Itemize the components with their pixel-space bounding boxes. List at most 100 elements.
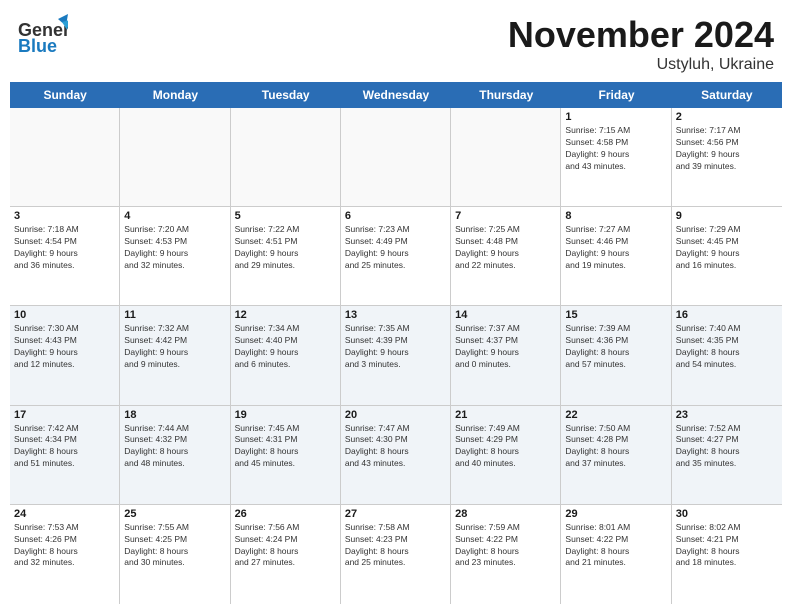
weekday-header: Friday	[561, 82, 671, 108]
day-number: 8	[565, 210, 666, 222]
day-info: Sunrise: 7:22 AM Sunset: 4:51 PM Dayligh…	[235, 224, 336, 272]
day-info: Sunrise: 7:17 AM Sunset: 4:56 PM Dayligh…	[676, 125, 778, 173]
calendar-cell: 2 Sunrise: 7:17 AM Sunset: 4:56 PM Daylig…	[672, 108, 782, 206]
day-info: Sunrise: 7:23 AM Sunset: 4:49 PM Dayligh…	[345, 224, 446, 272]
weekday-header: Thursday	[451, 82, 561, 108]
calendar-cell: 17 Sunrise: 7:42 AM Sunset: 4:34 PM Dayli…	[10, 406, 120, 504]
calendar-cell: 29Sunrise: 8:01 AM Sunset: 4:22 PM Dayli…	[561, 505, 671, 604]
calendar-cell: 19 Sunrise: 7:45 AM Sunset: 4:31 PM Dayli…	[231, 406, 341, 504]
calendar-cell: 28Sunrise: 7:59 AM Sunset: 4:22 PM Dayli…	[451, 505, 561, 604]
calendar-cell: 10 Sunrise: 7:30 AM Sunset: 4:43 PM Dayli…	[10, 306, 120, 404]
calendar-cell: 12Sunrise: 7:34 AM Sunset: 4:40 PM Dayli…	[231, 306, 341, 404]
day-info: Sunrise: 7:20 AM Sunset: 4:53 PM Dayligh…	[124, 224, 225, 272]
logo: General Blue	[18, 14, 68, 64]
calendar-cell: 22Sunrise: 7:50 AM Sunset: 4:28 PM Dayli…	[561, 406, 671, 504]
day-number: 27	[345, 508, 446, 520]
day-number: 30	[676, 508, 778, 520]
day-number: 7	[455, 210, 556, 222]
day-number: 29	[565, 508, 666, 520]
day-number: 23	[676, 409, 778, 421]
day-info: Sunrise: 7:47 AM Sunset: 4:30 PM Dayligh…	[345, 423, 446, 471]
day-info: Sunrise: 7:49 AM Sunset: 4:29 PM Dayligh…	[455, 423, 556, 471]
day-number: 10	[14, 309, 115, 321]
day-number: 26	[235, 508, 336, 520]
calendar-cell: 24 Sunrise: 7:53 AM Sunset: 4:26 PM Dayli…	[10, 505, 120, 604]
day-info: Sunrise: 7:29 AM Sunset: 4:45 PM Dayligh…	[676, 224, 778, 272]
day-info: Sunrise: 7:44 AM Sunset: 4:32 PM Dayligh…	[124, 423, 225, 471]
calendar-week: 24 Sunrise: 7:53 AM Sunset: 4:26 PM Dayli…	[10, 505, 782, 604]
calendar-cell: 8 Sunrise: 7:27 AM Sunset: 4:46 PM Daylig…	[561, 207, 671, 305]
day-info: Sunrise: 7:32 AM Sunset: 4:42 PM Dayligh…	[124, 323, 225, 371]
day-info: Sunrise: 7:37 AM Sunset: 4:37 PM Dayligh…	[455, 323, 556, 371]
calendar-week: 3 Sunrise: 7:18 AM Sunset: 4:54 PM Daylig…	[10, 207, 782, 306]
calendar-cell: 21 Sunrise: 7:49 AM Sunset: 4:29 PM Dayli…	[451, 406, 561, 504]
calendar-week: 1 Sunrise: 7:15 AM Sunset: 4:58 PM Daylig…	[10, 108, 782, 207]
calendar-cell: 13Sunrise: 7:35 AM Sunset: 4:39 PM Dayli…	[341, 306, 451, 404]
day-info: Sunrise: 7:45 AM Sunset: 4:31 PM Dayligh…	[235, 423, 336, 471]
day-info: Sunrise: 7:30 AM Sunset: 4:43 PM Dayligh…	[14, 323, 115, 371]
calendar-header: SundayMondayTuesdayWednesdayThursdayFrid…	[10, 82, 782, 108]
day-info: Sunrise: 7:25 AM Sunset: 4:48 PM Dayligh…	[455, 224, 556, 272]
weekday-header: Wednesday	[341, 82, 451, 108]
day-info: Sunrise: 7:59 AM Sunset: 4:22 PM Dayligh…	[455, 522, 556, 570]
day-info: Sunrise: 7:39 AM Sunset: 4:36 PM Dayligh…	[565, 323, 666, 371]
day-number: 11	[124, 309, 225, 321]
day-number: 15	[565, 309, 666, 321]
day-info: Sunrise: 8:02 AM Sunset: 4:21 PM Dayligh…	[676, 522, 778, 570]
day-number: 21	[455, 409, 556, 421]
calendar-cell	[231, 108, 341, 206]
logo-svg: General Blue	[18, 14, 68, 64]
day-number: 3	[14, 210, 115, 222]
calendar-cell: 9Sunrise: 7:29 AM Sunset: 4:45 PM Daylig…	[672, 207, 782, 305]
calendar-cell: 6Sunrise: 7:23 AM Sunset: 4:49 PM Daylig…	[341, 207, 451, 305]
day-number: 4	[124, 210, 225, 222]
day-info: Sunrise: 7:58 AM Sunset: 4:23 PM Dayligh…	[345, 522, 446, 570]
day-number: 20	[345, 409, 446, 421]
weekday-header: Monday	[120, 82, 230, 108]
svg-text:Blue: Blue	[18, 36, 57, 56]
month-title: November 2024	[508, 14, 774, 56]
calendar: SundayMondayTuesdayWednesdayThursdayFrid…	[0, 82, 792, 612]
day-info: Sunrise: 7:56 AM Sunset: 4:24 PM Dayligh…	[235, 522, 336, 570]
day-number: 12	[235, 309, 336, 321]
day-info: Sunrise: 7:52 AM Sunset: 4:27 PM Dayligh…	[676, 423, 778, 471]
calendar-cell: 5 Sunrise: 7:22 AM Sunset: 4:51 PM Daylig…	[231, 207, 341, 305]
calendar-cell: 7 Sunrise: 7:25 AM Sunset: 4:48 PM Daylig…	[451, 207, 561, 305]
day-number: 5	[235, 210, 336, 222]
calendar-cell: 25Sunrise: 7:55 AM Sunset: 4:25 PM Dayli…	[120, 505, 230, 604]
day-info: Sunrise: 7:42 AM Sunset: 4:34 PM Dayligh…	[14, 423, 115, 471]
calendar-cell: 20 Sunrise: 7:47 AM Sunset: 4:30 PM Dayli…	[341, 406, 451, 504]
calendar-cell: 26 Sunrise: 7:56 AM Sunset: 4:24 PM Dayli…	[231, 505, 341, 604]
calendar-cell: 18Sunrise: 7:44 AM Sunset: 4:32 PM Dayli…	[120, 406, 230, 504]
day-number: 2	[676, 111, 778, 123]
weekday-header: Tuesday	[231, 82, 341, 108]
location: Ustyluh, Ukraine	[508, 56, 774, 74]
calendar-week: 10 Sunrise: 7:30 AM Sunset: 4:43 PM Dayli…	[10, 306, 782, 405]
day-info: Sunrise: 7:27 AM Sunset: 4:46 PM Dayligh…	[565, 224, 666, 272]
calendar-cell	[120, 108, 230, 206]
weekday-header: Sunday	[10, 82, 120, 108]
day-number: 14	[455, 309, 556, 321]
calendar-cell: 4 Sunrise: 7:20 AM Sunset: 4:53 PM Daylig…	[120, 207, 230, 305]
day-number: 17	[14, 409, 115, 421]
calendar-cell: 1 Sunrise: 7:15 AM Sunset: 4:58 PM Daylig…	[561, 108, 671, 206]
calendar-cell: 11 Sunrise: 7:32 AM Sunset: 4:42 PM Dayli…	[120, 306, 230, 404]
day-info: Sunrise: 7:50 AM Sunset: 4:28 PM Dayligh…	[565, 423, 666, 471]
day-info: Sunrise: 7:55 AM Sunset: 4:25 PM Dayligh…	[124, 522, 225, 570]
calendar-cell: 14 Sunrise: 7:37 AM Sunset: 4:37 PM Dayli…	[451, 306, 561, 404]
day-info: Sunrise: 7:53 AM Sunset: 4:26 PM Dayligh…	[14, 522, 115, 570]
page: General Blue November 2024 Ustyluh, Ukra…	[0, 0, 792, 612]
day-info: Sunrise: 7:35 AM Sunset: 4:39 PM Dayligh…	[345, 323, 446, 371]
calendar-cell: 27 Sunrise: 7:58 AM Sunset: 4:23 PM Dayli…	[341, 505, 451, 604]
day-info: Sunrise: 7:15 AM Sunset: 4:58 PM Dayligh…	[565, 125, 666, 173]
day-number: 24	[14, 508, 115, 520]
calendar-cell	[341, 108, 451, 206]
day-number: 19	[235, 409, 336, 421]
calendar-cell: 16Sunrise: 7:40 AM Sunset: 4:35 PM Dayli…	[672, 306, 782, 404]
calendar-cell: 3 Sunrise: 7:18 AM Sunset: 4:54 PM Daylig…	[10, 207, 120, 305]
header: General Blue November 2024 Ustyluh, Ukra…	[0, 0, 792, 82]
day-info: Sunrise: 7:18 AM Sunset: 4:54 PM Dayligh…	[14, 224, 115, 272]
calendar-week: 17 Sunrise: 7:42 AM Sunset: 4:34 PM Dayli…	[10, 406, 782, 505]
calendar-body: 1 Sunrise: 7:15 AM Sunset: 4:58 PM Daylig…	[10, 108, 782, 604]
day-number: 1	[565, 111, 666, 123]
